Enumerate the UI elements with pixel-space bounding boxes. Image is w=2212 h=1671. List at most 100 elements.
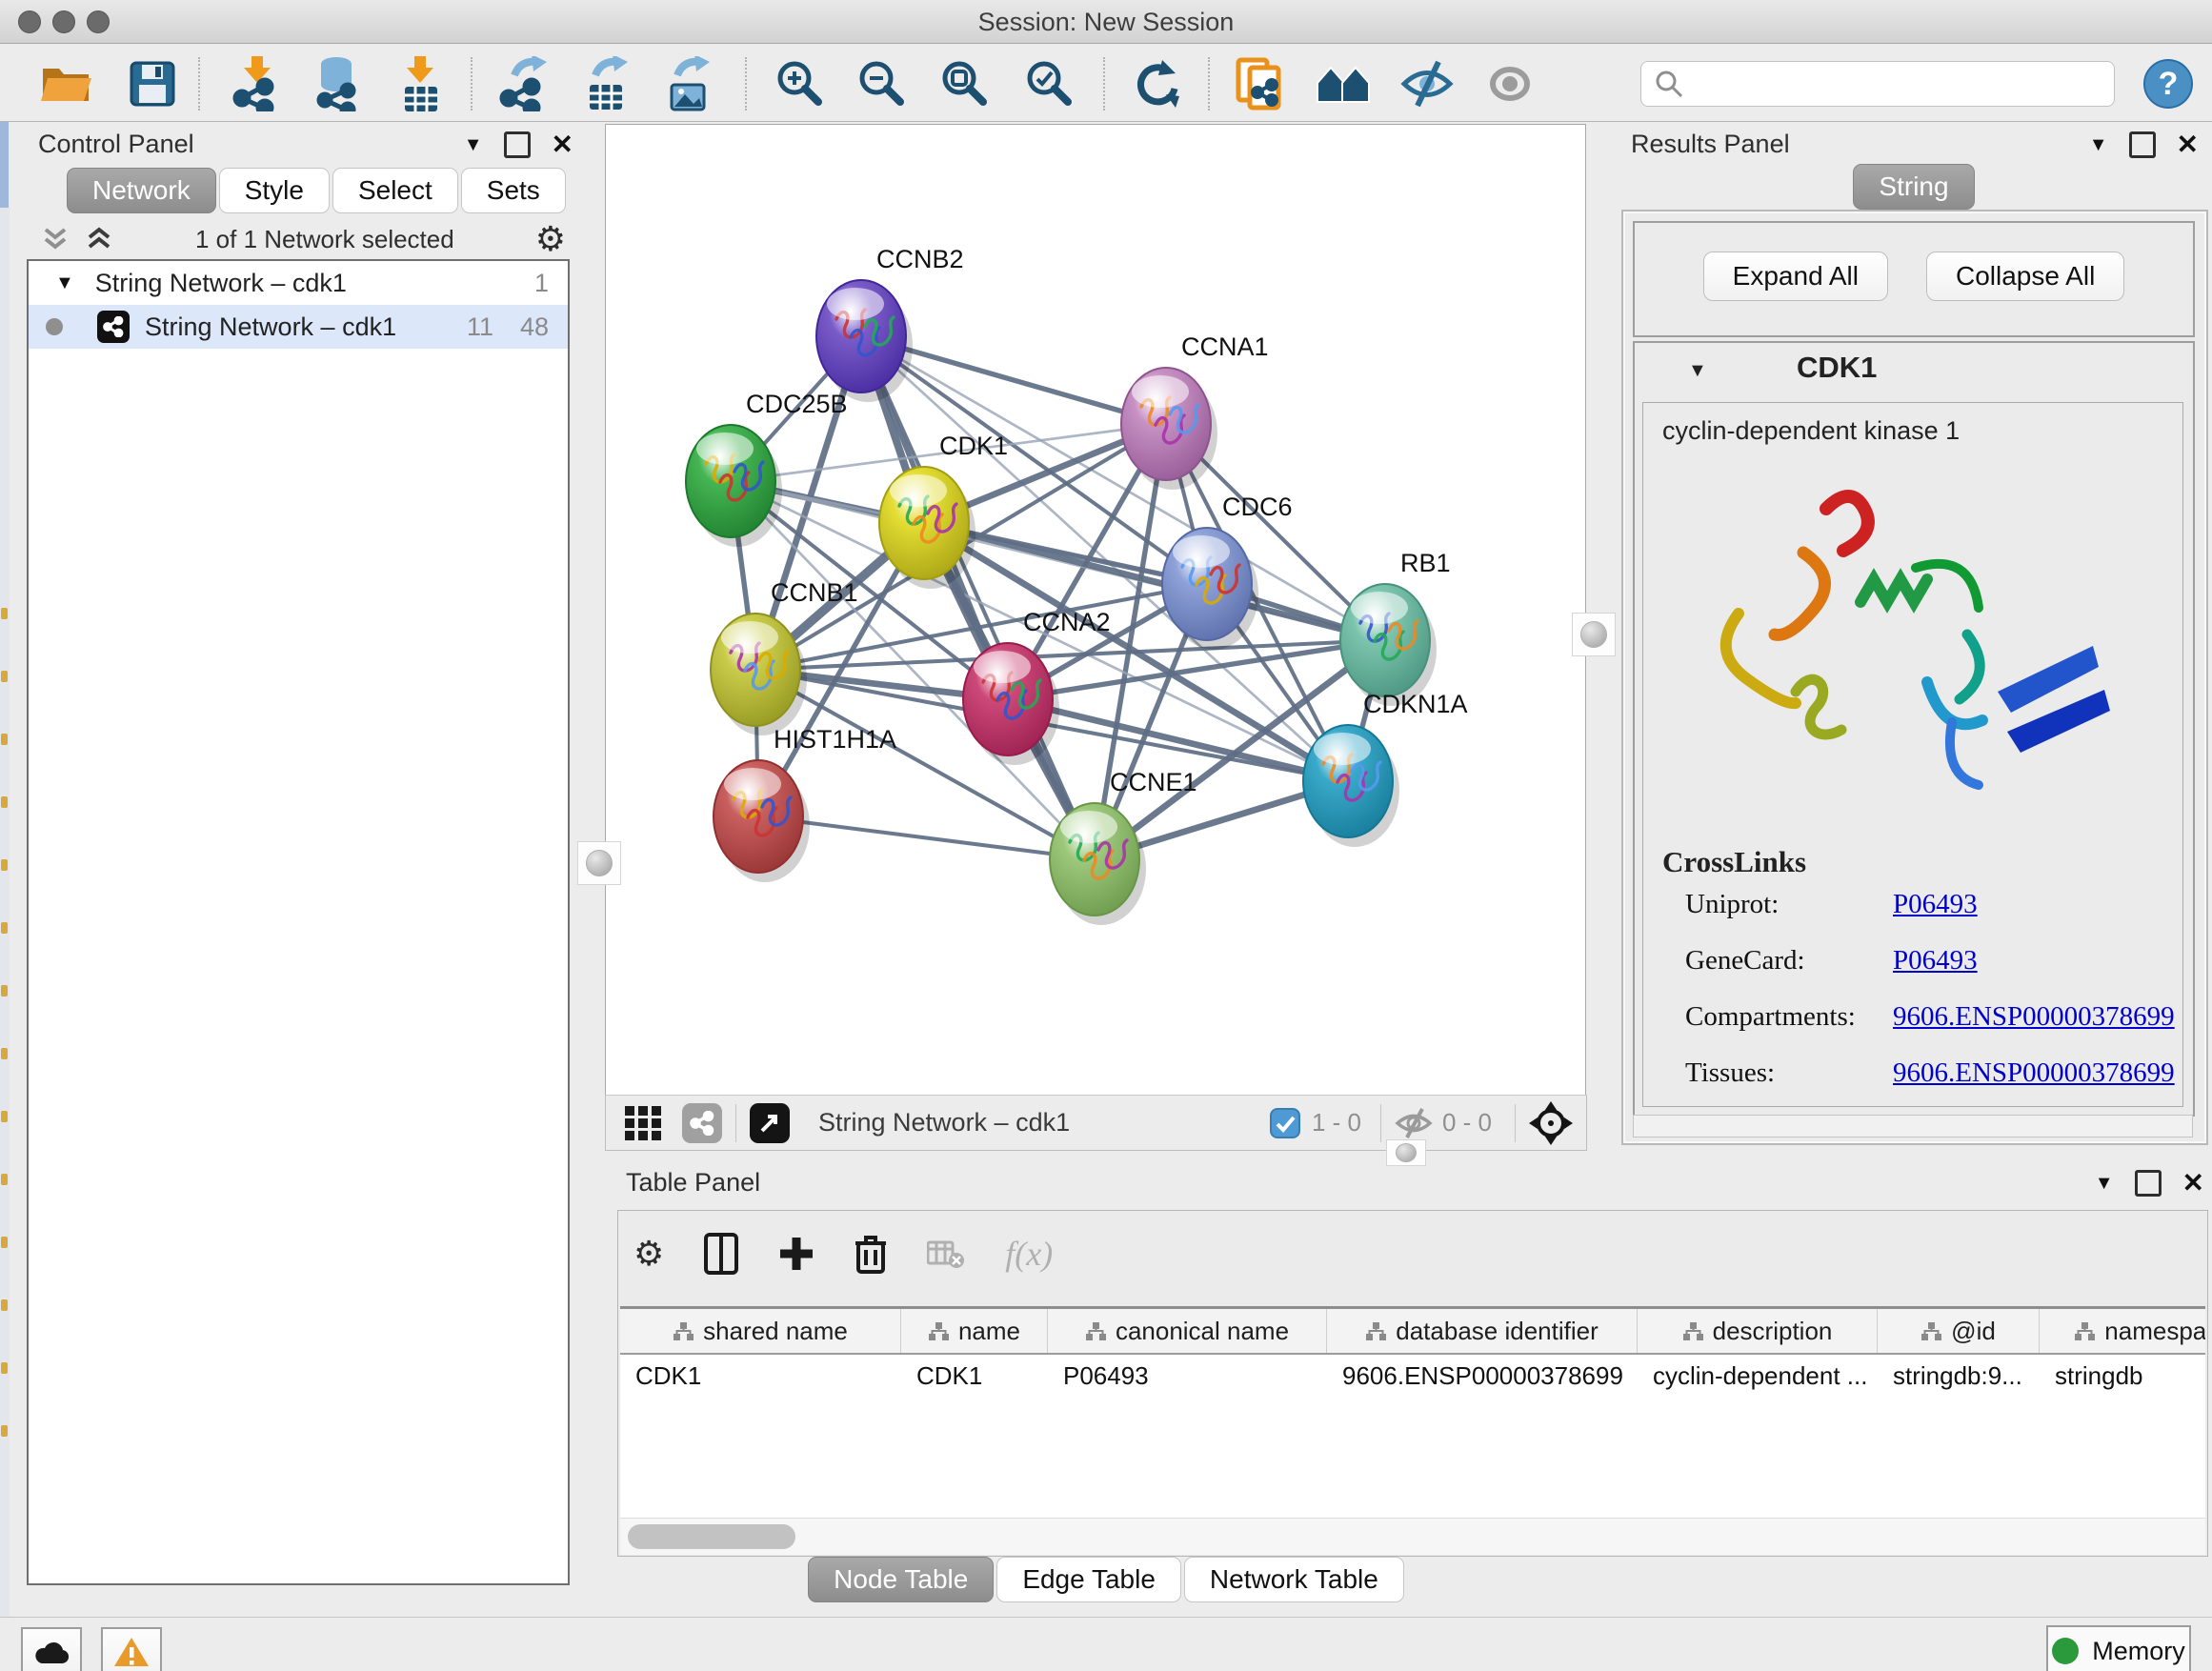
new-network-from-selection-icon	[1235, 56, 1286, 111]
search-input[interactable]	[1693, 70, 2114, 98]
hide-selected-button[interactable]	[1399, 55, 1457, 112]
collapse-triangle-icon[interactable]: ▼	[1688, 360, 1707, 382]
table-cell[interactable]: 9606.ENSP00000378699	[1327, 1355, 1638, 1397]
panel-menu-icon[interactable]: ▼	[2089, 134, 2108, 156]
node-CDKN1A[interactable]: CDKN1A	[1303, 690, 1468, 847]
table-cell[interactable]: cyclin-dependent ...	[1638, 1355, 1878, 1397]
save-session-button[interactable]	[124, 55, 181, 112]
table-cell[interactable]: stringdb	[2040, 1355, 2205, 1397]
table-cell[interactable]: CDK1	[901, 1355, 1048, 1397]
new-network-from-selection-button[interactable]	[1232, 55, 1289, 112]
splitter-handle[interactable]	[1572, 613, 1616, 656]
crosslink-row: Tissues:9606.ENSP00000378699	[1685, 1057, 2182, 1089]
crosslink-link[interactable]: 9606.ENSP00000378699	[1893, 1001, 2175, 1033]
crosslink-link[interactable]: 9606.ENSP00000378699	[1893, 1057, 2175, 1089]
show-columns-icon[interactable]	[704, 1233, 738, 1275]
tab-node-table[interactable]: Node Table	[808, 1557, 994, 1602]
first-neighbors-button[interactable]	[1316, 55, 1373, 112]
collapse-all-icon[interactable]	[42, 227, 70, 252]
column-header-at-id[interactable]: @id	[1878, 1309, 2040, 1353]
results-scrollbar[interactable]	[1633, 1115, 2193, 1137]
table-cell[interactable]: CDK1	[620, 1355, 901, 1397]
node-CCNB1[interactable]: CCNB1	[711, 578, 858, 735]
warnings-button[interactable]	[101, 1627, 162, 1671]
network-canvas[interactable]: CCNB2CCNA1CDC25BCDK1CDC6RB1CCNB1CCNA2CDK…	[605, 124, 1586, 1096]
node-RB1[interactable]: RB1	[1340, 549, 1451, 706]
close-panel-icon[interactable]: ✕	[2182, 1173, 2204, 1194]
network-options-gear-icon[interactable]: ⚙	[535, 222, 566, 256]
open-in-new-window-icon[interactable]	[750, 1103, 790, 1143]
strip-marker	[1, 1174, 8, 1185]
table-row[interactable]: CDK1CDK1P064939606.ENSP00000378699cyclin…	[620, 1355, 2205, 1397]
panel-menu-icon[interactable]: ▼	[2095, 1173, 2114, 1195]
show-all-button[interactable]	[1482, 55, 1539, 112]
tab-edge-table[interactable]: Edge Table	[996, 1557, 1181, 1602]
tab-network-table[interactable]: Network Table	[1184, 1557, 1404, 1602]
cloud-status-button[interactable]	[21, 1627, 82, 1671]
collapse-all-button[interactable]: Collapse All	[1926, 252, 2124, 301]
panel-menu-icon[interactable]: ▼	[464, 134, 483, 156]
scrollbar-thumb[interactable]	[628, 1524, 795, 1549]
grid-view-icon[interactable]	[623, 1104, 667, 1142]
column-header-canonical-name[interactable]: canonical name	[1048, 1309, 1327, 1353]
hidden-eye-slash-icon[interactable]	[1395, 1107, 1433, 1139]
splitter-handle[interactable]	[577, 841, 621, 885]
table-cell[interactable]: P06493	[1048, 1355, 1327, 1397]
export-network-button[interactable]	[495, 55, 553, 112]
birdseye-crosshair-icon[interactable]	[1529, 1101, 1573, 1145]
network-badge-gray-icon[interactable]	[682, 1103, 722, 1143]
edge-CCNB2-CCNE1[interactable]	[861, 336, 1095, 859]
node-CCNB2[interactable]: CCNB2	[816, 245, 964, 402]
table-h-scrollbar[interactable]	[620, 1518, 2205, 1555]
crosslink-link[interactable]: P06493	[1893, 945, 1978, 976]
tab-style[interactable]: Style	[219, 168, 330, 213]
zoom-selected-button[interactable]	[1021, 55, 1078, 112]
network-graph[interactable]: CCNB2CCNA1CDC25BCDK1CDC6RB1CCNB1CCNA2CDK…	[606, 125, 1585, 1095]
float-panel-icon[interactable]	[2129, 131, 2156, 158]
selected-checkbox-icon[interactable]	[1270, 1108, 1300, 1138]
tab-sets[interactable]: Sets	[461, 168, 566, 213]
zoom-out-button[interactable]	[854, 55, 911, 112]
collapse-triangle-icon[interactable]: ▼	[55, 272, 74, 294]
network-row-selected[interactable]: String Network – cdk1 11 48	[29, 305, 568, 349]
tab-select[interactable]: Select	[332, 168, 458, 213]
crosslink-link[interactable]: P06493	[1893, 889, 1978, 920]
export-table-button[interactable]	[577, 55, 634, 112]
memory-button[interactable]: Memory	[2046, 1625, 2191, 1671]
expand-all-icon[interactable]	[86, 227, 114, 252]
column-header-name[interactable]: name	[901, 1309, 1048, 1353]
column-header-namespace[interactable]: namespace	[2040, 1309, 2205, 1353]
open-session-button[interactable]	[38, 55, 95, 112]
float-panel-icon[interactable]	[2135, 1170, 2162, 1197]
export-image-button[interactable]	[659, 55, 716, 112]
add-column-icon[interactable]	[778, 1236, 814, 1272]
gene-description: cyclin-dependent kinase 1	[1662, 416, 2182, 446]
close-panel-icon[interactable]: ✕	[2177, 134, 2199, 155]
expand-collapse-box: Expand All Collapse All	[1633, 221, 2195, 337]
search-field[interactable]	[1640, 61, 2115, 107]
column-header-shared-name[interactable]: shared name	[620, 1309, 901, 1353]
node-CDC6[interactable]: CDC6	[1162, 493, 1293, 650]
table-options-gear-icon[interactable]: ⚙	[633, 1237, 664, 1271]
apply-layout-button[interactable]	[1127, 55, 1184, 112]
node-CCNE1[interactable]: CCNE1	[1050, 768, 1197, 925]
delete-column-icon[interactable]	[855, 1234, 887, 1274]
float-panel-icon[interactable]	[504, 131, 531, 158]
node-HIST1H1A[interactable]: HIST1H1A	[714, 725, 896, 882]
tab-string[interactable]: String	[1853, 164, 1974, 210]
import-table-button[interactable]	[392, 55, 450, 112]
column-header-database-identifier[interactable]: database identifier	[1327, 1309, 1638, 1353]
import-network-button[interactable]	[229, 55, 286, 112]
node-CCNA1[interactable]: CCNA1	[1121, 332, 1269, 490]
help-button[interactable]: ?	[2140, 55, 2197, 112]
network-collection-row[interactable]: ▼ String Network – cdk1 1	[29, 261, 568, 305]
tab-network[interactable]: Network	[67, 168, 216, 213]
import-network-from-database-button[interactable]	[309, 55, 366, 112]
crosslink-label: GeneCard:	[1685, 945, 1893, 976]
table-cell[interactable]: stringdb:9...	[1878, 1355, 2040, 1397]
expand-all-button[interactable]: Expand All	[1703, 252, 1888, 301]
close-panel-icon[interactable]: ✕	[552, 134, 573, 155]
zoom-in-button[interactable]	[772, 55, 829, 112]
zoom-fit-button[interactable]	[936, 55, 994, 112]
column-header-description[interactable]: description	[1638, 1309, 1878, 1353]
